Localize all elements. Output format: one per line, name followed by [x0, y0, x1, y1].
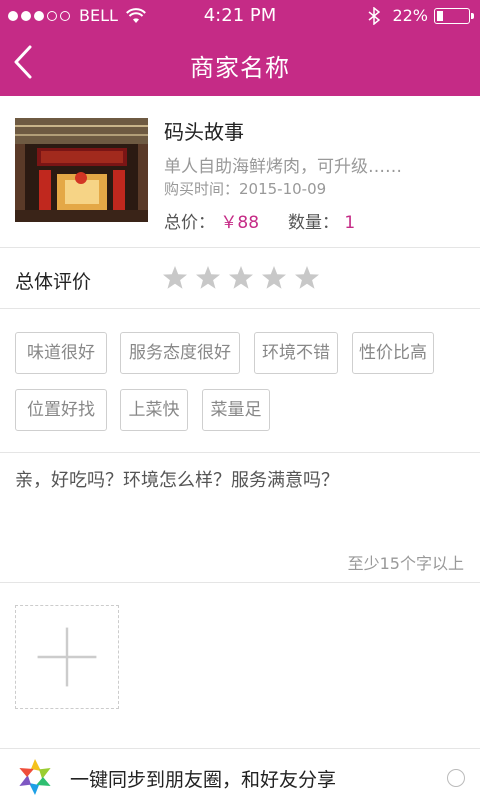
price-label: 总价：: [164, 213, 215, 233]
product-summary: 码头故事 单人自助海鲜烤肉，可升级…… 购买时间：2015-10-09 总价： …: [0, 96, 480, 248]
review-tag[interactable]: 性价比高: [352, 332, 434, 374]
page-title: 商家名称: [190, 54, 290, 82]
overall-rating: 总体评价: [0, 249, 480, 309]
store-photo: [15, 118, 148, 222]
quantity: 数量： 1: [288, 208, 355, 233]
share-text: 一键同步到朋友圈，和好友分享: [70, 769, 337, 791]
moments-icon: [19, 759, 51, 795]
total-price: 总价： ￥88: [164, 208, 259, 233]
review-tag[interactable]: 上菜快: [120, 389, 188, 431]
review-tag[interactable]: 环境不错: [254, 332, 338, 374]
plus-icon[interactable]: [15, 605, 119, 709]
star-icon[interactable]: [195, 265, 221, 291]
share-row[interactable]: 一键同步到朋友圈，和好友分享: [0, 749, 480, 800]
quantity-value: 1: [344, 213, 356, 233]
review-tag[interactable]: 服务态度很好: [120, 332, 240, 374]
quantity-label: 数量：: [288, 213, 339, 233]
status-bar: BELL 4:21 PM 22%: [0, 0, 480, 32]
rating-label: 总体评价: [15, 271, 92, 293]
review-tag[interactable]: 位置好找: [15, 389, 107, 431]
product-description: 单人自助海鲜烤肉，可升级……: [164, 157, 402, 177]
status-right: 22%: [368, 6, 474, 25]
share-toggle[interactable]: [447, 769, 465, 787]
review-tag[interactable]: 味道很好: [15, 332, 107, 374]
star-icon[interactable]: [261, 265, 287, 291]
comment-hint: 至少15个字以上: [347, 554, 464, 573]
star-icon[interactable]: [294, 265, 320, 291]
bluetooth-icon: [368, 6, 381, 25]
review-tag[interactable]: 菜量足: [202, 389, 270, 431]
star-icon[interactable]: [162, 265, 188, 291]
battery-icon: [434, 7, 474, 24]
comment-input[interactable]: 亲，好吃吗？环境怎么样？服务满意吗？: [15, 466, 339, 492]
divider: [0, 582, 480, 583]
star-icon[interactable]: [228, 265, 254, 291]
star-rating[interactable]: [162, 265, 327, 291]
price-value: ￥88: [220, 213, 260, 233]
top-bar: BELL 4:21 PM 22% 商家名称: [0, 0, 480, 96]
battery-percent: 22%: [392, 6, 428, 25]
purchase-date: 购买时间：2015-10-09: [164, 180, 327, 198]
product-name: 码头故事: [164, 120, 244, 144]
divider: [0, 452, 480, 453]
